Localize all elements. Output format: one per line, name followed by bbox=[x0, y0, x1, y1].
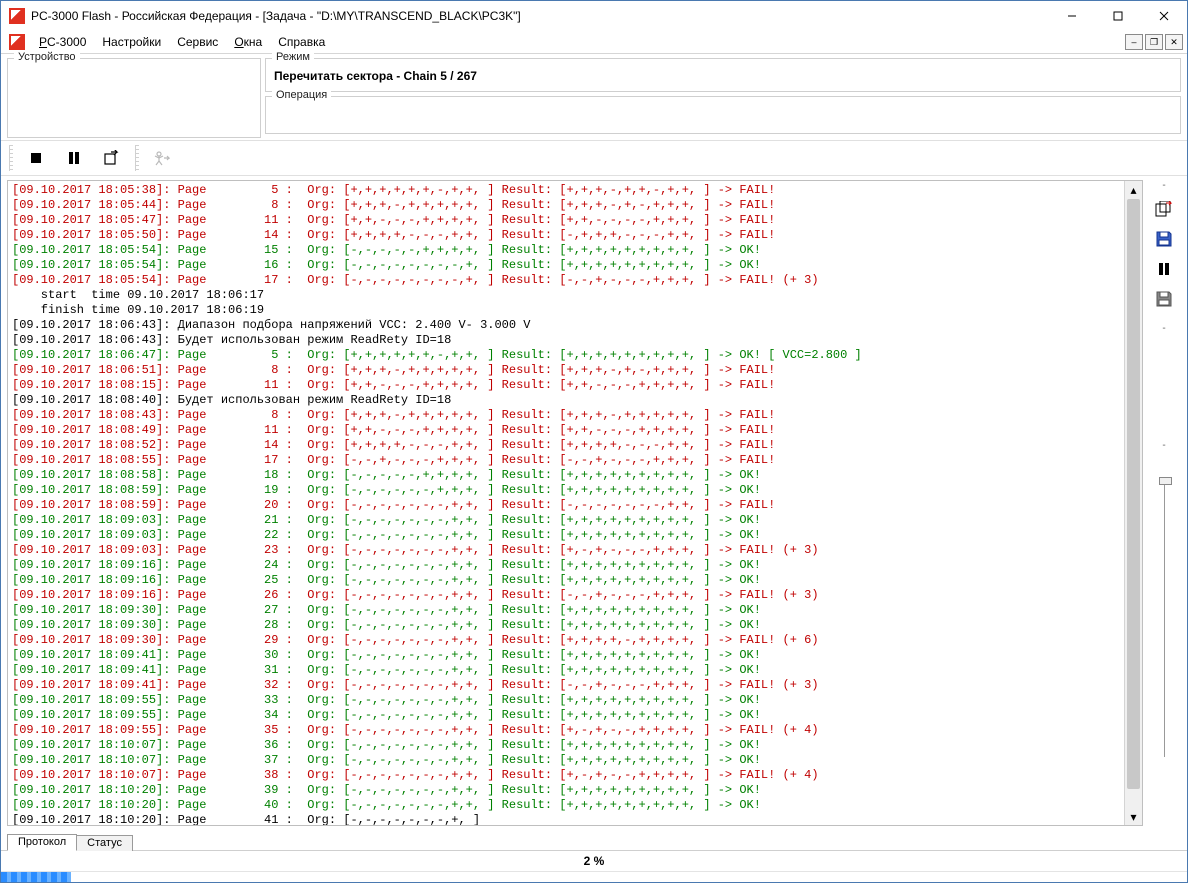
log-line: [09.10.2017 18:10:07]: Page 37 : Org: [-… bbox=[12, 753, 1120, 768]
log-line: [09.10.2017 18:06:43]: Будет использован… bbox=[12, 333, 1120, 348]
log-line: [09.10.2017 18:10:07]: Page 38 : Org: [-… bbox=[12, 768, 1120, 783]
mode-legend: Режим bbox=[272, 51, 314, 63]
side-tick-1: - bbox=[1162, 180, 1165, 191]
log-line: [09.10.2017 18:10:20]: Page 40 : Org: [-… bbox=[12, 798, 1120, 813]
log-line: [09.10.2017 18:06:43]: Диапазон подбора … bbox=[12, 318, 1120, 333]
minimize-button[interactable] bbox=[1049, 1, 1095, 31]
log-line: [09.10.2017 18:05:54]: Page 17 : Org: [-… bbox=[12, 273, 1120, 288]
tab-protocol[interactable]: Протокол bbox=[7, 834, 77, 851]
app-icon bbox=[9, 8, 25, 24]
log-line: [09.10.2017 18:08:52]: Page 14 : Org: [+… bbox=[12, 438, 1120, 453]
log-line: [09.10.2017 18:10:20]: Page 41 : Org: [-… bbox=[12, 813, 1120, 825]
close-button[interactable] bbox=[1141, 1, 1187, 31]
mdi-close-button[interactable]: ✕ bbox=[1165, 34, 1183, 50]
log-line: [09.10.2017 18:05:47]: Page 11 : Org: [+… bbox=[12, 213, 1120, 228]
log-line: [09.10.2017 18:05:44]: Page 8 : Org: [+,… bbox=[12, 198, 1120, 213]
log-line: [09.10.2017 18:09:16]: Page 24 : Org: [-… bbox=[12, 558, 1120, 573]
log-line: [09.10.2017 18:09:16]: Page 25 : Org: [-… bbox=[12, 573, 1120, 588]
stop-button[interactable] bbox=[17, 143, 55, 173]
menu-pc-3000[interactable]: PC-3000 bbox=[31, 33, 94, 51]
menubar: PC-3000НастройкиСервисОкнаСправка – ❐ ✕ bbox=[1, 31, 1187, 54]
log-line: [09.10.2017 18:09:03]: Page 22 : Org: [-… bbox=[12, 528, 1120, 543]
mode-fieldset: Режим Перечитать сектора - Chain 5 / 267 bbox=[265, 58, 1181, 92]
side-slider-thumb[interactable] bbox=[1159, 477, 1172, 485]
log-line: [09.10.2017 18:05:38]: Page 5 : Org: [+,… bbox=[12, 183, 1120, 198]
operation-legend: Операция bbox=[272, 89, 331, 101]
side-tick-3: - bbox=[1162, 440, 1165, 451]
save-alt-button[interactable] bbox=[1151, 287, 1177, 311]
log-line: [09.10.2017 18:05:50]: Page 14 : Org: [+… bbox=[12, 228, 1120, 243]
log-line: [09.10.2017 18:05:54]: Page 16 : Org: [-… bbox=[12, 258, 1120, 273]
log-line: [09.10.2017 18:09:30]: Page 27 : Org: [-… bbox=[12, 603, 1120, 618]
log-line: [09.10.2017 18:09:30]: Page 28 : Org: [-… bbox=[12, 618, 1120, 633]
main-area: [09.10.2017 18:05:38]: Page 5 : Org: [+,… bbox=[1, 176, 1187, 830]
menu-сервис[interactable]: Сервис bbox=[169, 33, 226, 51]
log-line: [09.10.2017 18:09:41]: Page 32 : Org: [-… bbox=[12, 678, 1120, 693]
pause-button[interactable] bbox=[55, 143, 93, 173]
side-slider[interactable] bbox=[1164, 477, 1165, 757]
step-out-button[interactable] bbox=[93, 143, 131, 173]
titlebar: PC-3000 Flash - Российская Федерация - [… bbox=[1, 1, 1187, 31]
log-content[interactable]: [09.10.2017 18:05:38]: Page 5 : Org: [+,… bbox=[8, 181, 1124, 825]
device-fieldset: Устройство bbox=[7, 58, 261, 138]
toolbar bbox=[1, 140, 1187, 176]
log-line: [09.10.2017 18:09:55]: Page 33 : Org: [-… bbox=[12, 693, 1120, 708]
log-line: [09.10.2017 18:09:30]: Page 29 : Org: [-… bbox=[12, 633, 1120, 648]
side-pause-button[interactable] bbox=[1151, 257, 1177, 281]
toolbar-grip bbox=[9, 145, 13, 171]
device-legend: Устройство bbox=[14, 51, 80, 63]
log-line: [09.10.2017 18:10:07]: Page 36 : Org: [-… bbox=[12, 738, 1120, 753]
mdi-minimize-button[interactable]: – bbox=[1125, 34, 1143, 50]
copy-to-clipboard-button[interactable] bbox=[1151, 197, 1177, 221]
app-window: PC-3000 Flash - Российская Федерация - [… bbox=[0, 0, 1188, 883]
side-tick-2: - bbox=[1162, 323, 1165, 334]
menu-справка[interactable]: Справка bbox=[270, 33, 333, 51]
log-line: [09.10.2017 18:08:55]: Page 17 : Org: [-… bbox=[12, 453, 1120, 468]
progress-percent-text: 2 % bbox=[1, 854, 1187, 868]
statusbar: 2 % bbox=[1, 850, 1187, 871]
top-panels: Устройство Режим Перечитать сектора - Ch… bbox=[1, 54, 1187, 140]
log-line: [09.10.2017 18:06:47]: Page 5 : Org: [+,… bbox=[12, 348, 1120, 363]
log-line: [09.10.2017 18:10:20]: Page 39 : Org: [-… bbox=[12, 783, 1120, 798]
run-button[interactable] bbox=[143, 143, 181, 173]
log-line: start time 09.10.2017 18:06:17 bbox=[12, 288, 1120, 303]
log-line: [09.10.2017 18:08:59]: Page 20 : Org: [-… bbox=[12, 498, 1120, 513]
maximize-button[interactable] bbox=[1095, 1, 1141, 31]
operation-fieldset: Операция bbox=[265, 96, 1181, 134]
log-line: [09.10.2017 18:09:55]: Page 34 : Org: [-… bbox=[12, 708, 1120, 723]
log-pane: [09.10.2017 18:05:38]: Page 5 : Org: [+,… bbox=[7, 180, 1143, 826]
scroll-up-arrow[interactable]: ▴ bbox=[1125, 181, 1142, 198]
scroll-down-arrow[interactable]: ▾ bbox=[1125, 808, 1142, 825]
log-line: [09.10.2017 18:08:59]: Page 19 : Org: [-… bbox=[12, 483, 1120, 498]
menu-настройки[interactable]: Настройки bbox=[94, 33, 169, 51]
log-line: [09.10.2017 18:09:03]: Page 23 : Org: [-… bbox=[12, 543, 1120, 558]
log-line: [09.10.2017 18:05:54]: Page 15 : Org: [-… bbox=[12, 243, 1120, 258]
log-line: [09.10.2017 18:08:15]: Page 11 : Org: [+… bbox=[12, 378, 1120, 393]
window-title: PC-3000 Flash - Российская Федерация - [… bbox=[31, 9, 1049, 23]
log-line: [09.10.2017 18:08:40]: Будет использован… bbox=[12, 393, 1120, 408]
progress-bar bbox=[1, 871, 1187, 882]
log-line: [09.10.2017 18:08:43]: Page 8 : Org: [+,… bbox=[12, 408, 1120, 423]
progress-fill bbox=[1, 872, 71, 882]
tab-status[interactable]: Статус bbox=[76, 835, 133, 851]
toolbar-sep bbox=[135, 145, 139, 171]
log-line: [09.10.2017 18:09:41]: Page 30 : Org: [-… bbox=[12, 648, 1120, 663]
log-line: [09.10.2017 18:09:55]: Page 35 : Org: [-… bbox=[12, 723, 1120, 738]
log-line: [09.10.2017 18:08:49]: Page 11 : Org: [+… bbox=[12, 423, 1120, 438]
mode-value: Перечитать сектора - Chain 5 / 267 bbox=[274, 65, 1172, 83]
save-button[interactable] bbox=[1151, 227, 1177, 251]
mdi-restore-button[interactable]: ❐ bbox=[1145, 34, 1163, 50]
app-small-icon[interactable] bbox=[9, 34, 25, 50]
log-line: [09.10.2017 18:09:41]: Page 31 : Org: [-… bbox=[12, 663, 1120, 678]
log-line: finish time 09.10.2017 18:06:19 bbox=[12, 303, 1120, 318]
side-toolbar: - - - bbox=[1147, 180, 1181, 826]
scroll-thumb[interactable] bbox=[1127, 199, 1140, 789]
log-line: [09.10.2017 18:08:58]: Page 18 : Org: [-… bbox=[12, 468, 1120, 483]
bottom-tabs: Протокол Статус bbox=[1, 830, 1187, 850]
menu-окна[interactable]: Окна bbox=[226, 33, 270, 51]
vertical-scrollbar[interactable]: ▴ ▾ bbox=[1124, 181, 1142, 825]
log-line: [09.10.2017 18:09:03]: Page 21 : Org: [-… bbox=[12, 513, 1120, 528]
log-line: [09.10.2017 18:06:51]: Page 8 : Org: [+,… bbox=[12, 363, 1120, 378]
log-line: [09.10.2017 18:09:16]: Page 26 : Org: [-… bbox=[12, 588, 1120, 603]
